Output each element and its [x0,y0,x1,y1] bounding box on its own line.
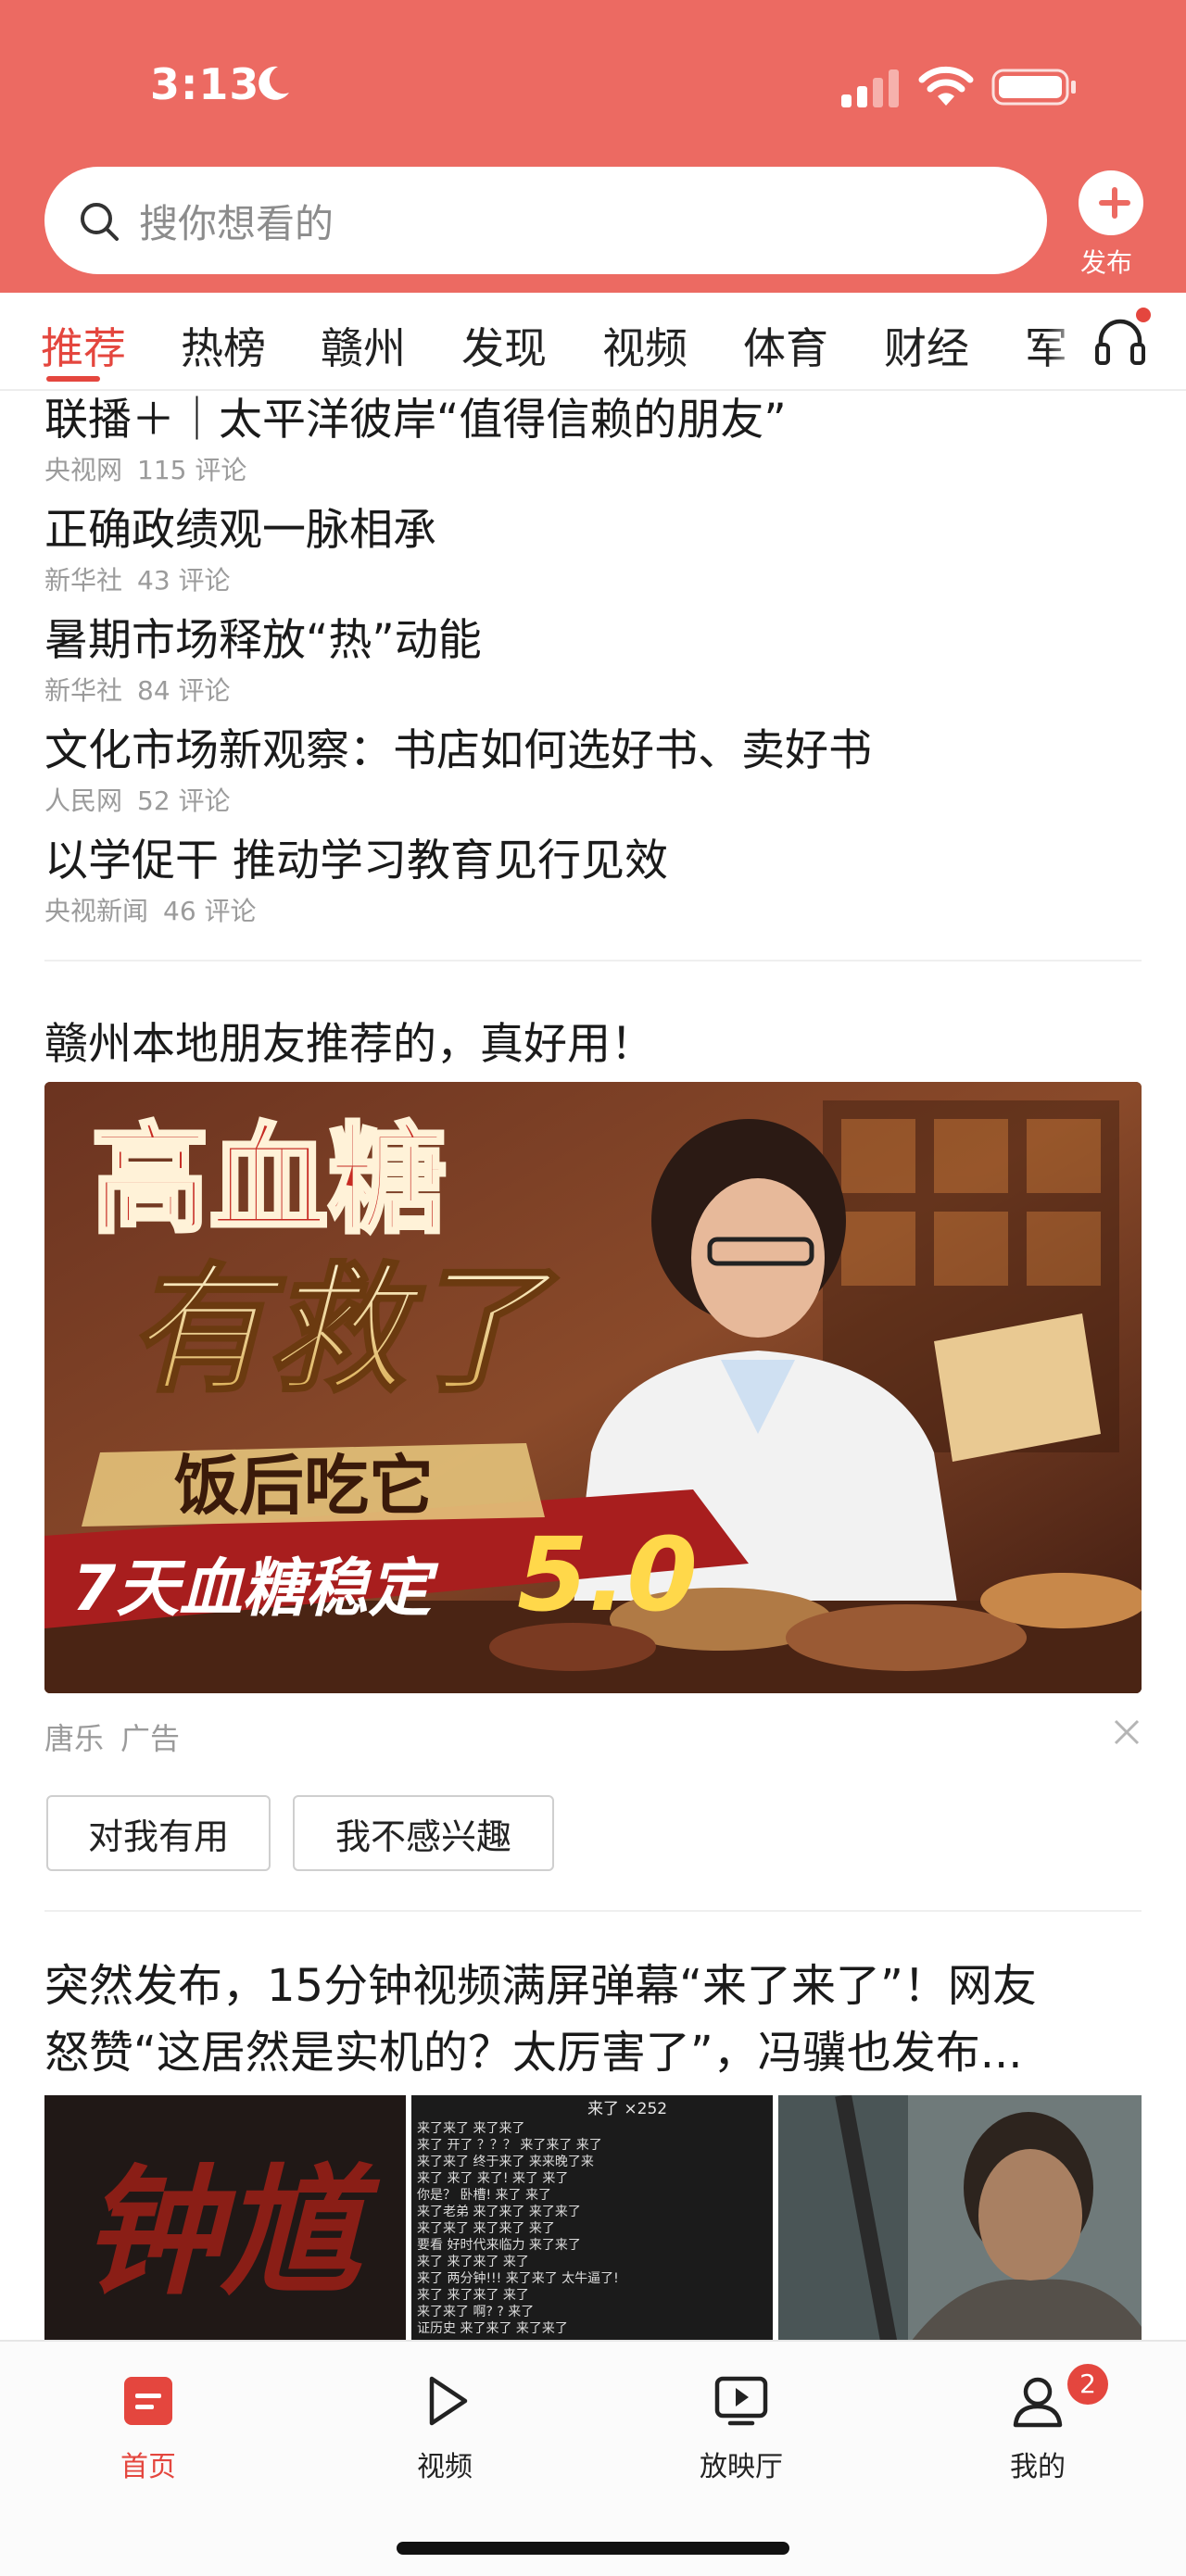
ad-advertiser: 唐乐 [44,1721,105,1756]
thumbnail-danmaku[interactable]: 来了 ×252 来了来了 来了来了 来了 开了 ？？？ 来了来了 来了 来了来了… [411,2095,773,2345]
news-source: 央视新闻 [44,896,149,926]
danmaku-text: 来了 ×252 [587,2100,667,2118]
news-title[interactable]: 以学促干 推动学习教育见行见效 [44,834,1147,889]
tab-video[interactable]: 视频 [602,315,688,376]
thumbnail-calligraphy-text: 钟馗 [82,2151,381,2314]
ad-text-line3: 饭后吃它 [174,1448,434,1524]
nav-video[interactable]: 视频 [371,2358,519,2483]
news-comments: 84 评论 [137,675,231,706]
thumbnail-calligraphy[interactable]: 钟馗 [44,2095,406,2345]
video-article-title[interactable]: 突然发布，15分钟视频满屏弹幕“来了来了”！网友 怒赞“这居然是实机的？太厉害了… [44,1953,1147,2086]
news-title[interactable]: 联播＋｜太平洋彼岸“值得信赖的朋友” [44,393,1147,448]
search-icon [81,203,119,241]
headphone-icon[interactable] [1093,315,1147,367]
news-item[interactable]: 文化市场新观察：书店如何选好书、卖好书 人民网 52 评论 [44,723,1147,818]
danmaku-text: 来了来了 来了来了 [417,2121,524,2136]
news-item[interactable]: 以学促干 推动学习教育见行见效 央视新闻 46 评论 [44,834,1147,928]
section-divider [44,1910,1142,1912]
nav-label: 首页 [120,2451,176,2483]
danmaku-text: 来了来了 来了来了 来了 [417,2221,555,2236]
tab-discover[interactable]: 发现 [461,315,547,376]
cellular-signal-icon [841,69,899,107]
video-thumbnails[interactable]: 钟馗 来了 ×252 来了来了 来了来了 来了 开了 ？？？ 来了来了 来了 来… [44,2095,1142,2345]
nav-profile[interactable]: 2 我的 [964,2358,1112,2483]
danmaku-text: 证历史 来了来了 来了来了 [417,2321,568,2336]
home-icon [124,2377,172,2425]
active-tab-indicator [46,376,100,382]
play-icon [429,2376,468,2426]
moon-icon [259,66,289,100]
nav-home[interactable]: 首页 [74,2358,222,2483]
news-title[interactable]: 文化市场新观察：书店如何选好书、卖好书 [44,723,1147,779]
useful-button[interactable]: 对我有用 [46,1795,271,1871]
not-interested-button[interactable]: 我不感兴趣 [293,1795,554,1871]
news-source: 新华社 [44,675,123,706]
danmaku-text: 来了 来了来了 来了 [417,2288,529,2303]
ad-text-line4: 7天血糖稳定 [72,1552,439,1626]
news-comments: 43 评论 [137,565,231,596]
news-item[interactable]: 联播＋｜太平洋彼岸“值得信赖的朋友” 央视网 115 评论 [44,393,1147,487]
battery-icon [991,69,1076,106]
notification-badge: 2 [1067,2364,1108,2405]
news-item[interactable]: 正确政绩观一脉相承 新华社 43 评论 [44,503,1147,597]
publish-button[interactable]: 发布 [1075,170,1149,278]
nav-label: 放映厅 [700,2451,783,2483]
nav-label: 视频 [417,2451,473,2483]
wifi-icon [918,66,974,106]
thumbnail-warrior[interactable] [778,2095,1142,2345]
news-title[interactable]: 正确政绩观一脉相承 [44,503,1147,559]
danmaku-text: 来了老弟 来了来了 来了来了 [417,2205,581,2219]
notification-dot [1136,308,1151,322]
news-comments: 115 评论 [137,455,247,485]
bottom-navigation: 首页 视频 放映厅 2 我的 [0,2340,1186,2576]
ad-artwork: 高血糖 有救了 饭后吃它 7天血糖稳定 5.0 [44,1082,1142,1693]
ad-text-value: 5.0 [517,1515,698,1634]
ad-text-line1: 高血糖 [91,1112,447,1250]
tab-finance[interactable]: 财经 [884,315,969,376]
news-source: 人民网 [44,785,123,816]
tab-hot-list[interactable]: 热榜 [181,315,266,376]
tab-sports[interactable]: 体育 [743,315,828,376]
tab-recommend[interactable]: 推荐 [41,315,126,376]
news-source: 央视网 [44,455,123,485]
nav-label: 我的 [1010,2451,1066,2483]
title-line: 怒赞“这居然是实机的？太厉害了”，冯骥也发布... [44,2027,1023,2079]
news-comments: 52 评论 [137,785,231,816]
close-icon[interactable] [1110,1715,1143,1749]
user-icon [1013,2377,1063,2428]
tab-ganzhou[interactable]: 赣州 [321,315,406,376]
danmaku-text: 来了 开了 ？？？ 来了来了 来了 [417,2138,602,2153]
home-indicator[interactable] [397,2542,789,2555]
ad-image[interactable]: 高血糖 有救了 饭后吃它 7天血糖稳定 5.0 [44,1082,1142,1693]
channel-tabs: 推荐 热榜 赣州 发现 视频 体育 财经 军 [0,293,1186,391]
nav-theater[interactable]: 放映厅 [667,2358,815,2483]
danmaku-text: 来了 来了 来了! 来了 来了 [417,2171,568,2186]
ad-tag: 广告 [120,1721,181,1756]
danmaku-text: 你是？ 卧槽! 来了 来了 [417,2188,551,2203]
status-time: 3:13 [150,59,260,109]
section-divider [44,960,1142,961]
news-source: 新华社 [44,565,123,596]
ad-headline[interactable]: 赣州本地朋友推荐的，真好用！ [44,1008,654,1072]
danmaku-text: 来了 两分钟!!! 来了来了 太牛逼了! [417,2270,619,2286]
title-line: 突然发布，15分钟视频满屏弹幕“来了来了”！网友 [44,1960,1037,2012]
tv-play-icon [714,2376,768,2426]
danmaku-text: 来了 来了来了 来了 [417,2255,529,2269]
search-placeholder[interactable]: 搜你想看的 [139,193,334,249]
ad-text-line2: 有救了 [128,1250,559,1412]
danmaku-text: 来了来了 终于来了 来来晚了来 [417,2155,594,2169]
plus-icon [1079,170,1143,235]
news-comments: 46 评论 [163,896,257,926]
danmaku-text: 要看 好时代来临力 来了来了 [417,2238,581,2253]
news-title[interactable]: 暑期市场释放“热”动能 [44,613,1147,669]
news-item[interactable]: 暑期市场释放“热”动能 新华社 84 评论 [44,613,1147,708]
publish-label: 发布 [1080,247,1133,278]
danmaku-text: 来了来了 啊? ? 来了 [417,2305,534,2319]
